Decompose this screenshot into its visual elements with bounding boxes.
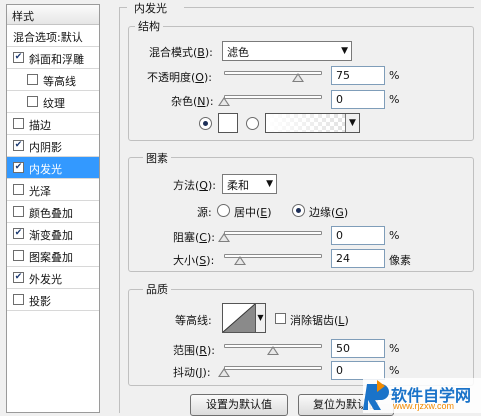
style-item-label: 混合选项:默认 [13, 31, 83, 44]
style-item[interactable]: 等高线 [7, 69, 99, 91]
antialias-label[interactable]: 消除锯齿(L) [290, 312, 349, 328]
noise-input[interactable]: 0 [331, 90, 385, 109]
outer-frame [119, 7, 120, 413]
size-input[interactable]: 24 [331, 249, 385, 268]
opacity-label: 不透明度(O): [147, 71, 212, 84]
style-item-checkbox[interactable] [27, 74, 38, 85]
source-edge-label[interactable]: 边缘(G) [309, 204, 348, 220]
style-item-checkbox[interactable] [13, 250, 24, 261]
contour-curve-icon [222, 303, 256, 333]
style-item-label: 光泽 [29, 185, 51, 198]
opacity-input[interactable]: 75 [331, 66, 385, 85]
style-item-label: 渐变叠加 [29, 229, 73, 242]
opacity-slider-thumb[interactable] [291, 73, 304, 82]
style-item-label: 投影 [29, 295, 51, 308]
style-item-checkbox[interactable] [13, 52, 24, 63]
style-item-checkbox[interactable] [13, 140, 24, 151]
solid-color-radio[interactable] [199, 117, 212, 130]
jitter-slider[interactable] [224, 366, 322, 370]
gradient-dropdown-arrow-icon[interactable]: ▼ [345, 114, 359, 132]
choke-unit: % [389, 229, 400, 242]
source-edge-radio[interactable] [292, 204, 305, 217]
structure-legend: 结构 [135, 18, 163, 34]
gradient-swatch[interactable]: ▼ [265, 113, 360, 133]
source-center-label[interactable]: 居中(E) [234, 204, 272, 220]
range-input[interactable]: 50 [331, 339, 385, 358]
style-item-label: 内发光 [29, 163, 62, 176]
method-select[interactable]: 柔和 ▼ [222, 174, 277, 194]
range-label: 范围(R): [173, 344, 215, 357]
style-item[interactable]: 描边 [7, 113, 99, 135]
choke-slider[interactable] [224, 231, 322, 235]
style-item-checkbox[interactable] [13, 184, 24, 195]
blend-mode-select[interactable]: 滤色 ▼ [222, 41, 352, 61]
choke-input[interactable]: 0 [331, 226, 385, 245]
style-item[interactable]: 颜色叠加 [7, 201, 99, 223]
style-item-label: 斜面和浮雕 [29, 53, 84, 66]
style-item-label: 图案叠加 [29, 251, 73, 264]
style-item-checkbox[interactable] [13, 228, 24, 239]
range-unit: % [389, 342, 400, 355]
style-item[interactable]: 渐变叠加 [7, 223, 99, 245]
panel-title: 内发光 [134, 2, 167, 15]
range-slider-thumb[interactable] [267, 346, 279, 355]
style-item-label: 等高线 [43, 75, 76, 88]
elements-legend: 图素 [143, 150, 171, 166]
watermark-logo: 软件自学网 www.rjzxw.com [363, 372, 481, 413]
watermark-url: www.rjzxw.com [393, 401, 455, 411]
gradient-radio[interactable] [246, 117, 259, 130]
style-item-label: 描边 [29, 119, 51, 132]
style-item-checkbox[interactable] [13, 272, 24, 283]
style-item-checkbox[interactable] [13, 118, 24, 129]
styles-header[interactable]: 样式 [7, 5, 99, 25]
blend-mode-label: 混合模式(B): [149, 46, 213, 59]
styles-panel: 样式 混合选项:默认斜面和浮雕等高线纹理描边内阴影内发光光泽颜色叠加渐变叠加图案… [6, 4, 100, 413]
style-item-label: 内阴影 [29, 141, 62, 154]
opacity-slider[interactable] [224, 71, 322, 75]
choke-label: 阻塞(C): [173, 231, 215, 244]
style-item-label: 纹理 [43, 97, 65, 110]
style-item[interactable]: 外发光 [7, 267, 99, 289]
noise-slider-thumb[interactable] [218, 97, 230, 106]
style-item-label: 外发光 [29, 273, 62, 286]
style-item[interactable]: 内阴影 [7, 135, 99, 157]
source-center-radio[interactable] [217, 204, 230, 217]
style-item[interactable]: 投影 [7, 289, 99, 311]
antialias-checkbox[interactable] [275, 313, 286, 324]
opacity-unit: % [389, 69, 400, 82]
style-item[interactable]: 内发光 [7, 157, 99, 179]
style-item-label: 颜色叠加 [29, 207, 73, 220]
source-label: 源: [197, 206, 212, 219]
style-item-checkbox[interactable] [27, 96, 38, 107]
quality-legend: 品质 [143, 281, 171, 297]
jitter-slider-thumb[interactable] [218, 368, 230, 377]
noise-unit: % [389, 93, 400, 106]
style-item-checkbox[interactable] [13, 294, 24, 305]
contour-dropdown-arrow-icon[interactable]: ▼ [256, 303, 266, 333]
choke-slider-thumb[interactable] [218, 233, 230, 242]
method-label: 方法(Q): [173, 179, 216, 192]
jitter-label: 抖动(J): [173, 366, 211, 379]
style-item-checkbox[interactable] [13, 206, 24, 217]
glow-color-swatch[interactable] [218, 113, 238, 133]
noise-label: 杂色(N): [171, 95, 214, 108]
style-item[interactable]: 图案叠加 [7, 245, 99, 267]
contour-label: 等高线: [175, 314, 212, 327]
noise-slider[interactable] [224, 95, 322, 99]
size-unit: 像素 [389, 254, 411, 267]
style-item[interactable]: 斜面和浮雕 [7, 47, 99, 69]
size-label: 大小(S): [173, 254, 215, 267]
contour-preview[interactable] [222, 303, 256, 333]
dropdown-arrow-icon: ▼ [266, 179, 273, 189]
size-slider-thumb[interactable] [234, 256, 246, 265]
style-item[interactable]: 光泽 [7, 179, 99, 201]
style-item[interactable]: 纹理 [7, 91, 99, 113]
style-item[interactable]: 混合选项:默认 [7, 25, 99, 47]
dropdown-arrow-icon: ▼ [341, 46, 348, 56]
style-item-checkbox[interactable] [13, 162, 24, 173]
